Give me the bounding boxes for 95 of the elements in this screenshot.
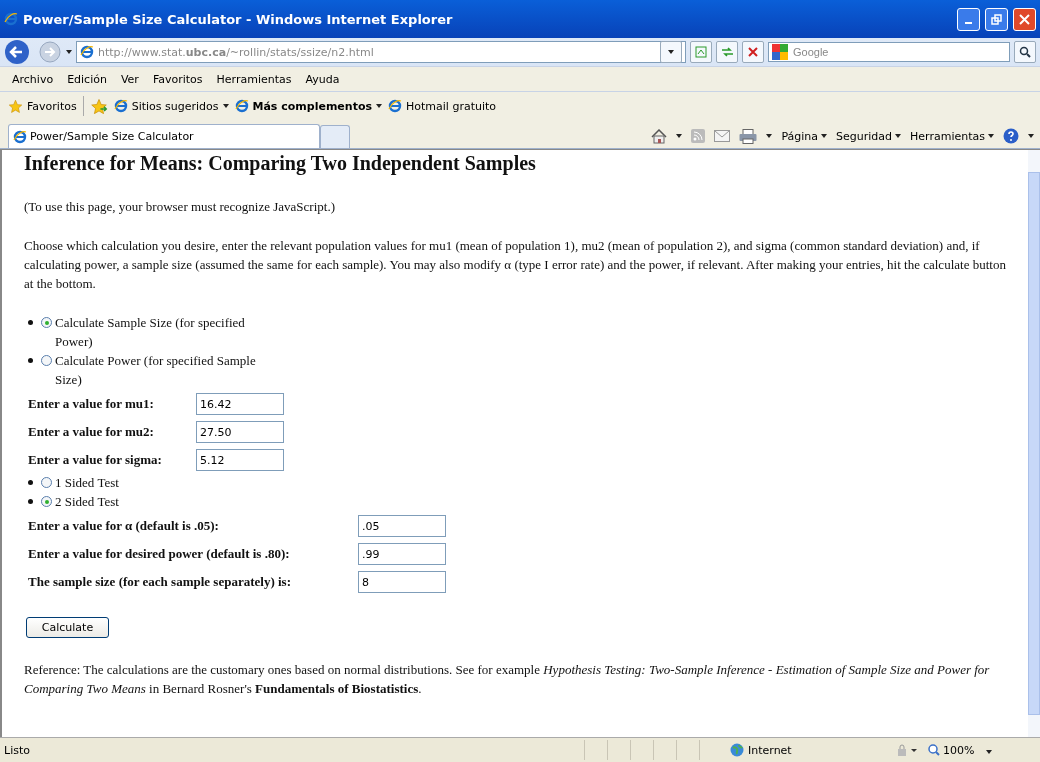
bullet-icon bbox=[28, 358, 33, 363]
radio-button[interactable] bbox=[41, 496, 52, 507]
field-label: Enter a value for mu1: bbox=[28, 396, 155, 412]
menu-item[interactable]: Favoritos bbox=[152, 72, 203, 86]
feed-icon[interactable] bbox=[691, 129, 706, 143]
new-tab-button[interactable] bbox=[320, 125, 350, 148]
status-text: Listo bbox=[3, 743, 31, 757]
scrollbar[interactable] bbox=[1028, 150, 1040, 737]
zoom-icon bbox=[928, 744, 940, 756]
home-icon[interactable] bbox=[651, 128, 668, 144]
calculate-button[interactable]: Calculate bbox=[26, 617, 109, 638]
caret-icon bbox=[821, 134, 828, 138]
field-label: Enter a value for α (default is .05): bbox=[28, 518, 220, 534]
caret-icon bbox=[668, 50, 674, 54]
caret-icon bbox=[222, 104, 229, 108]
input-field[interactable]: 8 bbox=[358, 571, 446, 593]
dropdown-button[interactable] bbox=[660, 41, 682, 63]
caret-icon bbox=[376, 104, 382, 108]
e-logo-icon bbox=[388, 99, 402, 113]
option-label: 1 Sided Test bbox=[55, 474, 119, 492]
input-field[interactable]: 5.12 bbox=[196, 449, 284, 471]
radio-button[interactable] bbox=[41, 317, 52, 328]
command-menu[interactable]: Página bbox=[781, 129, 828, 143]
caret-icon bbox=[766, 134, 773, 138]
print-icon[interactable] bbox=[739, 128, 758, 144]
restore-button[interactable] bbox=[985, 7, 1008, 31]
window-title: Power/Sample Size Calculator - Windows Internet Explorer bbox=[23, 11, 454, 27]
security-zone: Internet bbox=[722, 743, 880, 757]
mail-icon[interactable] bbox=[714, 130, 731, 142]
reference-text: Reference: The calculations are the customary ones based on normal distributions. See for example Hypothesis Testing: Two-Sample Inference - Estimation of Sample Size and Power for Comparing Two Means in Bernard Rosner's Fundamentals of Biostatistics. bbox=[24, 661, 991, 698]
input-field[interactable]: 27.50 bbox=[196, 421, 284, 443]
menu-item[interactable]: Ver bbox=[120, 72, 139, 86]
search-icon bbox=[1019, 46, 1031, 58]
page-heading: Inference for Means: Comparing Two Independent Samples bbox=[24, 152, 537, 175]
google-logo-icon bbox=[772, 44, 788, 60]
radio-button[interactable] bbox=[41, 477, 52, 488]
note-text: (To use this page, your browser must recognize JavaScript.) bbox=[24, 198, 336, 216]
bullet-icon bbox=[28, 320, 33, 325]
option-label: Calculate Sample Size (for specified Power) bbox=[55, 314, 246, 351]
bullet-icon bbox=[28, 499, 33, 504]
add-favorite-icon[interactable] bbox=[89, 98, 108, 114]
search-button[interactable] bbox=[1014, 41, 1036, 63]
zoom-level[interactable]: 100% bbox=[928, 743, 975, 757]
restore-icon bbox=[991, 13, 1002, 25]
caret-icon bbox=[988, 134, 994, 138]
input-field[interactable]: .99 bbox=[358, 543, 446, 565]
command-menu[interactable]: Herramientas bbox=[910, 129, 994, 143]
globe-icon bbox=[730, 743, 744, 757]
favorites-button[interactable]: Favoritos bbox=[8, 98, 77, 114]
menu-item[interactable]: Ayuda bbox=[305, 72, 340, 86]
menu-item[interactable]: Herramientas bbox=[216, 72, 292, 86]
e-logo-icon bbox=[113, 99, 128, 113]
close-button[interactable] bbox=[1013, 7, 1036, 31]
caret-icon bbox=[895, 134, 902, 138]
protected-mode-icon[interactable] bbox=[896, 743, 918, 757]
favorites-link[interactable]: Hotmail gratuito bbox=[388, 99, 497, 113]
e-logo-icon bbox=[234, 99, 249, 113]
favorites-link[interactable]: Más complementos bbox=[234, 99, 382, 113]
close-icon bbox=[1019, 13, 1030, 25]
field-label: Enter a value for sigma: bbox=[28, 452, 163, 468]
command-menu[interactable]: Seguridad bbox=[836, 129, 902, 143]
caret-icon bbox=[1028, 134, 1034, 138]
field-label: Enter a value for desired power (default is .80): bbox=[28, 546, 291, 562]
caret-icon bbox=[66, 50, 72, 54]
radio-button[interactable] bbox=[41, 355, 52, 366]
forward-button[interactable] bbox=[38, 40, 62, 64]
caret-icon bbox=[986, 749, 993, 754]
input-field[interactable]: 16.42 bbox=[196, 393, 284, 415]
field-label: Enter a value for mu2: bbox=[28, 424, 155, 440]
favorites-link[interactable]: Sitios sugeridos bbox=[113, 99, 229, 113]
stop-button[interactable] bbox=[742, 41, 764, 63]
help-icon[interactable] bbox=[1003, 128, 1019, 144]
bullet-icon bbox=[28, 480, 33, 485]
star-icon bbox=[8, 98, 23, 114]
stop-icon bbox=[748, 47, 758, 57]
caret-icon bbox=[676, 134, 683, 138]
minimize-button[interactable] bbox=[957, 7, 980, 31]
picture-frame-icon bbox=[695, 46, 707, 58]
address-field[interactable]: http://www.stat.ubc.ca/~rollin/stats/ssize/n2.html bbox=[76, 41, 686, 63]
browser-tab[interactable]: Power/Sample Size Calculator bbox=[8, 124, 320, 148]
option-label: 2 Sided Test bbox=[55, 493, 119, 511]
field-label: The sample size (for each sample separately) is: bbox=[28, 574, 292, 590]
input-field[interactable]: .05 bbox=[358, 515, 446, 537]
e-logo-icon bbox=[4, 12, 18, 26]
e-logo-icon bbox=[80, 45, 94, 59]
refresh-icon bbox=[720, 46, 734, 58]
minimize-icon bbox=[965, 22, 972, 24]
search-field[interactable]: Google bbox=[768, 42, 1010, 62]
e-logo-icon bbox=[13, 129, 27, 144]
compatibility-button[interactable] bbox=[690, 41, 712, 63]
menu-item[interactable]: Edición bbox=[67, 72, 107, 86]
intro-text: Choose which calculation you desire, enter the relevant population values for mu1 (mean of population 1), mu2 (mean of population 2), and sigma (common standard deviation) and, if calculating power, a sample size (assumed the same for each sample). You may also modify α (type I error rate) and the power, if relevant. After making your entries, hit the calculate button at the bottom. bbox=[24, 237, 1007, 293]
menu-item[interactable]: Archivo bbox=[12, 72, 54, 86]
refresh-button[interactable] bbox=[716, 41, 738, 63]
option-label: Calculate Power (for specified Sample Size) bbox=[55, 352, 257, 389]
